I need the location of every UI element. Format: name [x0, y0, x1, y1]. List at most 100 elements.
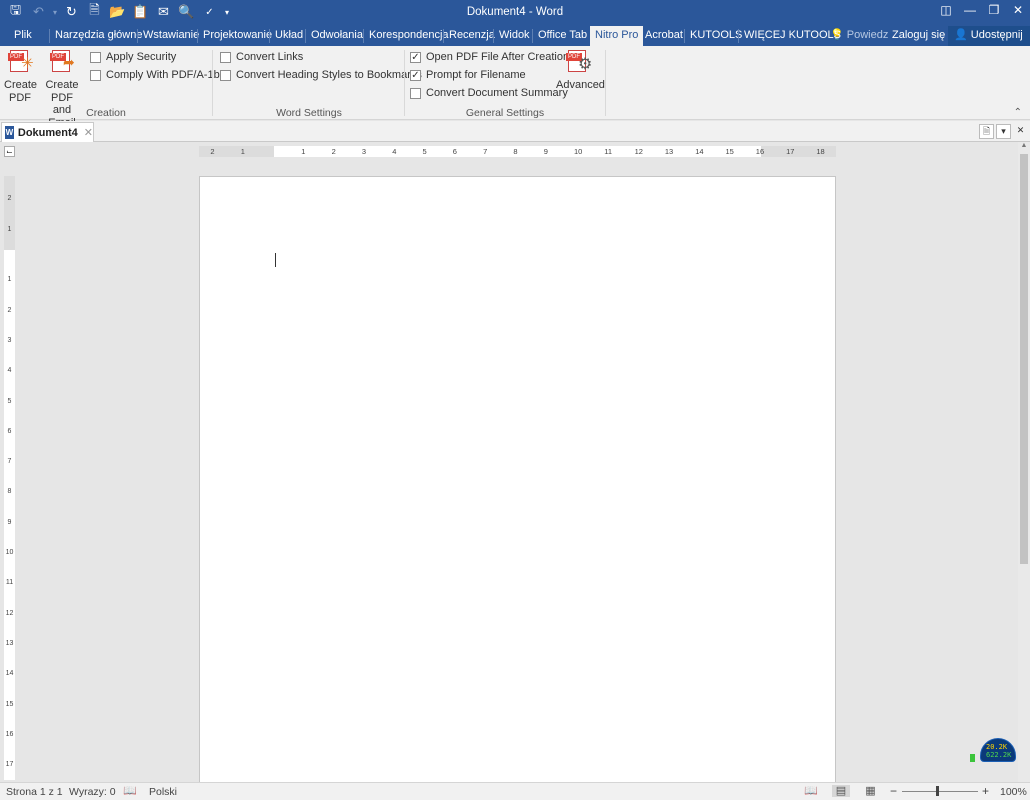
print-layout-icon[interactable]: ▤ — [832, 785, 850, 797]
apply-security-box[interactable] — [90, 51, 101, 63]
ruler-label: 7 — [483, 147, 488, 156]
close-document-icon[interactable]: ✕ — [1013, 124, 1028, 139]
open-pdf-box[interactable]: ✓ — [410, 51, 421, 63]
tab-korespondencja[interactable]: Korespondencja — [364, 26, 454, 46]
convert-links-checkbox[interactable]: Convert Links — [220, 49, 303, 65]
word-count[interactable]: Wyrazy: 0 — [69, 786, 116, 798]
prompt-filename-checkbox[interactable]: ✓ Prompt for Filename — [410, 67, 526, 83]
document-tab[interactable]: W Dokument4 ✕ — [1, 122, 94, 142]
convert-heading-box[interactable] — [220, 69, 231, 81]
share-label: Udostępnij — [970, 29, 1023, 41]
ruler-label: 10 — [5, 549, 14, 556]
ruler-label: 5 — [422, 147, 427, 156]
prompt-filename-label: Prompt for Filename — [426, 69, 526, 81]
read-mode-icon[interactable]: 📖 — [804, 785, 818, 797]
tab-list-icon[interactable]: ▾ — [996, 124, 1011, 139]
ruler-label: 1 — [301, 147, 306, 156]
tab-układ[interactable]: Układ — [270, 26, 308, 46]
collapse-ribbon-icon[interactable]: ⌃ — [1014, 107, 1022, 118]
status-bar: Strona 1 z 1 Wyrazy: 0 📖 Polski 📖 ▤ ▦ − … — [0, 782, 1030, 800]
ruler-label: 2 — [7, 306, 12, 314]
close-tab-icon[interactable]: ✕ — [84, 126, 93, 139]
comply-pdfa-checkbox[interactable]: Comply With PDF/A-1b — [90, 67, 220, 83]
tab-separator — [684, 29, 685, 43]
tab-acrobat[interactable]: Acrobat — [640, 26, 688, 46]
tab-separator — [532, 29, 533, 43]
tab-office-tab[interactable]: Office Tab — [533, 26, 592, 46]
zoom-in-icon[interactable]: + — [982, 784, 989, 798]
tab-projektowanie[interactable]: Projektowanie — [198, 26, 277, 46]
convert-summary-box[interactable] — [410, 87, 421, 99]
scroll-up-icon[interactable]: ▲ — [1018, 142, 1030, 152]
web-layout-icon[interactable]: ▦ — [864, 785, 877, 797]
zoom-slider-thumb[interactable] — [936, 786, 939, 796]
vertical-scrollbar[interactable]: ▲ — [1018, 142, 1030, 782]
widget-bar — [970, 754, 975, 762]
ruler-label: 13 — [5, 639, 14, 647]
horizontal-ruler[interactable]: 2 1 1 2 3 4 5 6 7 8 9 10 11 12 13 14 15 16 17 18 — [199, 146, 836, 157]
apply-security-label: Apply Security — [106, 51, 177, 63]
share-button[interactable]: 👤 Udostępnij — [948, 26, 1030, 46]
right-margin-region — [761, 146, 836, 157]
ruler-label: 11 — [5, 579, 14, 587]
zoom-level[interactable]: 100% — [1000, 786, 1027, 798]
proofing-icon[interactable]: 📖 — [123, 785, 137, 797]
tab-plik[interactable]: Plik — [9, 26, 37, 46]
signin-link[interactable]: Zaloguj się — [892, 26, 945, 46]
tell-me-label: Powiedz r — [846, 29, 888, 41]
tab-wstawianie[interactable]: Wstawianie — [138, 26, 204, 46]
create-pdf-button[interactable]: ✳ Create PDF — [4, 50, 37, 104]
user-icon: 👤 — [954, 29, 968, 41]
restore-icon[interactable]: ❐ — [982, 0, 1006, 20]
creation-group-label: Creation — [86, 107, 126, 119]
ruler-label: 15 — [725, 147, 734, 156]
convert-heading-checkbox[interactable]: Convert Heading Styles to Bookmarks — [220, 67, 422, 83]
title-bar: 🖫 ↶ ▾ ↻ 🗎 📂 📋 ✉ 🔍 ✓ ▾ Dokument4 - Word ◫… — [0, 0, 1030, 26]
apply-security-checkbox[interactable]: Apply Security — [90, 49, 176, 65]
ribbon-display-icon[interactable]: ◫ — [934, 0, 958, 20]
tab-separator — [363, 29, 364, 43]
open-pdf-checkbox[interactable]: ✓ Open PDF File After Creation — [410, 49, 569, 65]
general-settings-group-label: General Settings — [465, 107, 545, 119]
vertical-ruler[interactable]: 2 1 1 2 3 4 5 6 7 8 9 10 11 12 13 14 15 16 17 — [4, 176, 15, 780]
tab-recenzja[interactable]: Recenzja — [444, 26, 500, 46]
tab-nitro-pro[interactable]: Nitro Pro — [590, 26, 644, 46]
tab-separator — [197, 29, 198, 43]
new-tab-icon[interactable]: 🗎 — [979, 124, 994, 139]
ruler-label: 1 — [7, 276, 12, 284]
ruler-label: 6 — [452, 147, 457, 156]
tab-więcej-kutools[interactable]: WIĘCEJ KUTOOLS — [739, 26, 846, 46]
tab-selector-icon[interactable]: ⌙ — [4, 146, 15, 157]
zoom-slider[interactable] — [902, 791, 978, 792]
convert-links-box[interactable] — [220, 51, 231, 63]
word-settings-group-label: Word Settings — [276, 107, 342, 119]
document-tab-controls: 🗎 ▾ ✕ — [979, 124, 1028, 139]
comply-pdfa-box[interactable] — [90, 69, 101, 81]
close-icon[interactable]: ✕ — [1006, 0, 1030, 20]
document-page[interactable] — [199, 176, 836, 786]
group-divider — [605, 50, 606, 116]
minimize-icon[interactable]: — — [958, 0, 982, 20]
ruler-label: 1 — [7, 225, 12, 233]
word-doc-icon: W — [5, 126, 14, 139]
zoom-out-icon[interactable]: − — [890, 784, 897, 798]
tab-narzędzia-główne[interactable]: Narzędzia główne — [50, 26, 147, 46]
ruler-label: 14 — [5, 670, 14, 678]
tab-widok[interactable]: Widok — [494, 26, 535, 46]
ruler-label: 17 — [786, 147, 795, 156]
advanced-button[interactable]: ⚙ Advanced — [556, 50, 605, 92]
tab-separator — [738, 29, 739, 43]
window-controls: ◫ — ❐ ✕ — [934, 0, 1030, 20]
prompt-filename-box[interactable]: ✓ — [410, 69, 421, 81]
page-count[interactable]: Strona 1 z 1 — [6, 786, 63, 798]
ruler-label: 2 — [331, 147, 336, 156]
language-indicator[interactable]: Polski — [149, 786, 177, 798]
ruler-label: 4 — [7, 367, 12, 375]
convert-summary-checkbox[interactable]: Convert Document Summary — [410, 85, 568, 101]
ruler-area: ⌙ 2 1 1 2 3 4 5 6 7 8 9 10 11 12 13 14 15 16 17 18 — [0, 142, 1030, 160]
tab-odwołania[interactable]: Odwołania — [306, 26, 368, 46]
ruler-label: 15 — [5, 700, 14, 708]
network-speed-widget: 20.2K 622.2K — [970, 738, 1018, 762]
ruler-label: 1 — [240, 147, 245, 156]
scrollbar-thumb[interactable] — [1020, 154, 1028, 564]
